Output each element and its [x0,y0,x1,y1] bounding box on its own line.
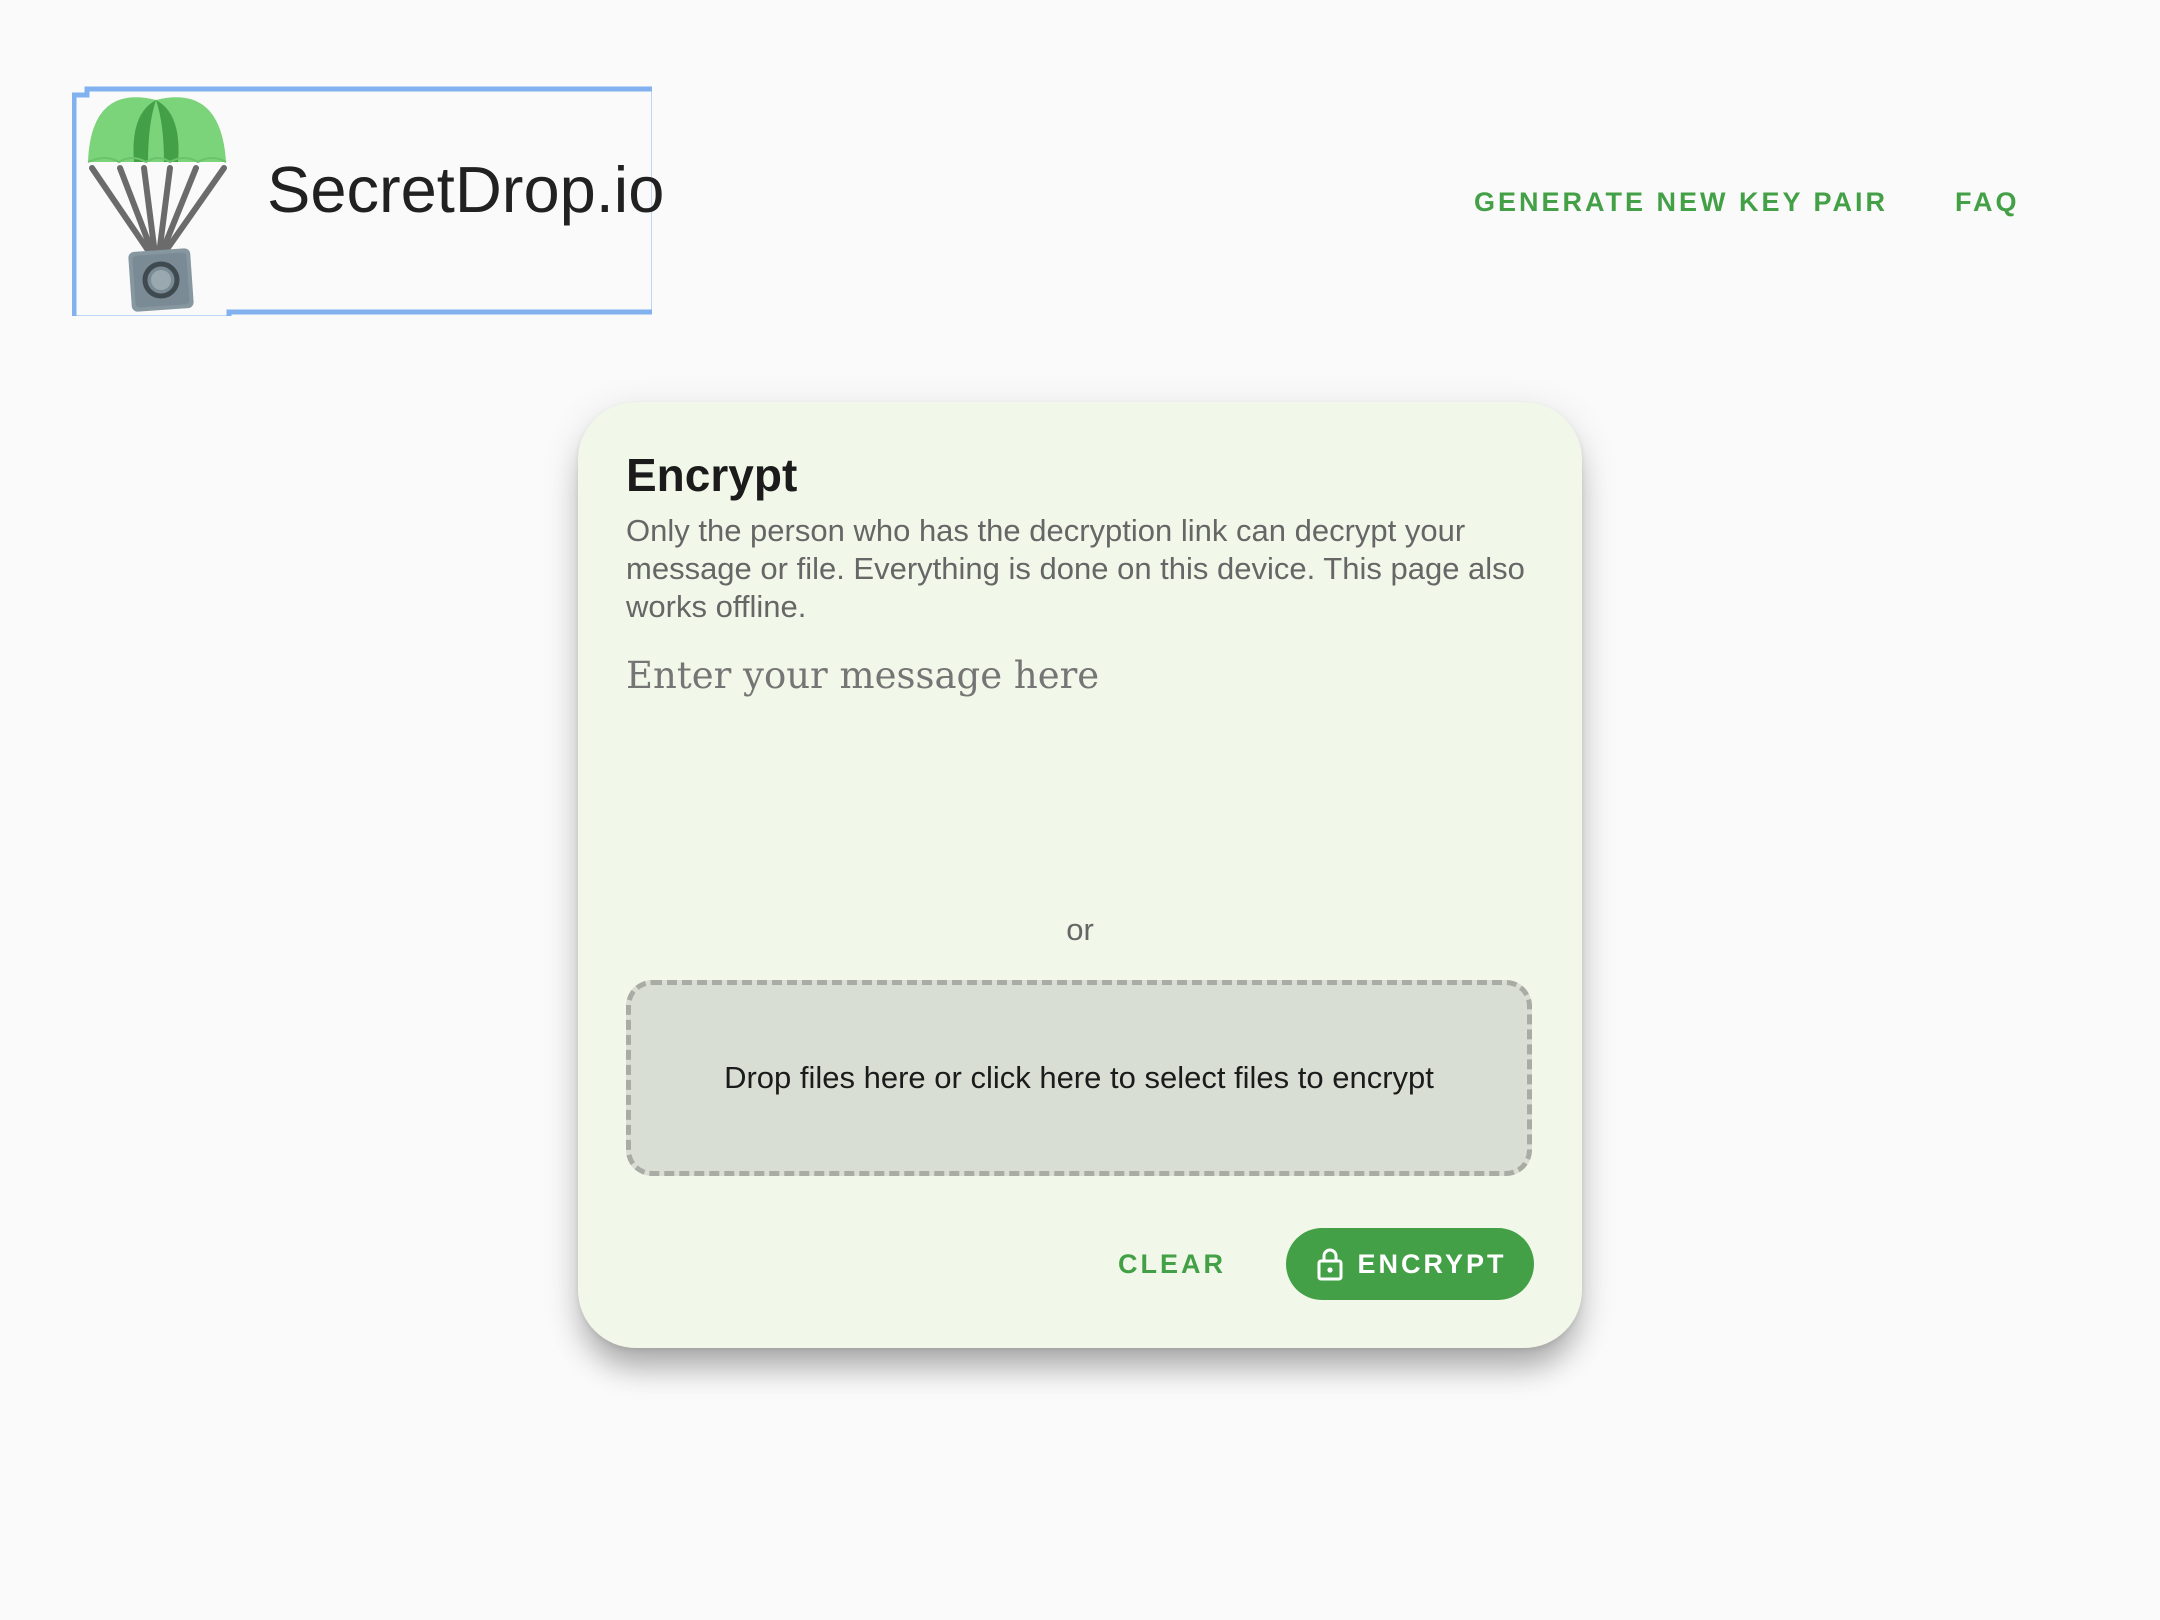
parachute-safe-icon [87,97,227,312]
encrypt-card: Encrypt Only the person who has the decr… [578,402,1582,1348]
dropzone-text: Drop files here or click here to select … [724,1060,1434,1095]
message-input[interactable] [626,652,1536,892]
card-title: Encrypt [626,449,798,501]
logo-text: SecretDrop.io [267,153,665,226]
logo-home-link[interactable]: SecretDrop.io [72,86,664,316]
file-dropzone[interactable]: Drop files here or click here to select … [626,980,1532,1176]
encrypt-button[interactable]: ENCRYPT [1286,1228,1534,1300]
nav-generate-key-pair[interactable]: GENERATE NEW KEY PAIR [1474,183,1888,221]
clear-button[interactable]: CLEAR [1118,1229,1226,1299]
encrypt-button-label: ENCRYPT [1357,1248,1507,1279]
nav-faq[interactable]: FAQ [1955,183,2020,221]
lock-icon [1317,1248,1343,1281]
card-description: Only the person who has the decryption l… [626,513,1525,624]
or-separator: or [1066,912,1094,947]
